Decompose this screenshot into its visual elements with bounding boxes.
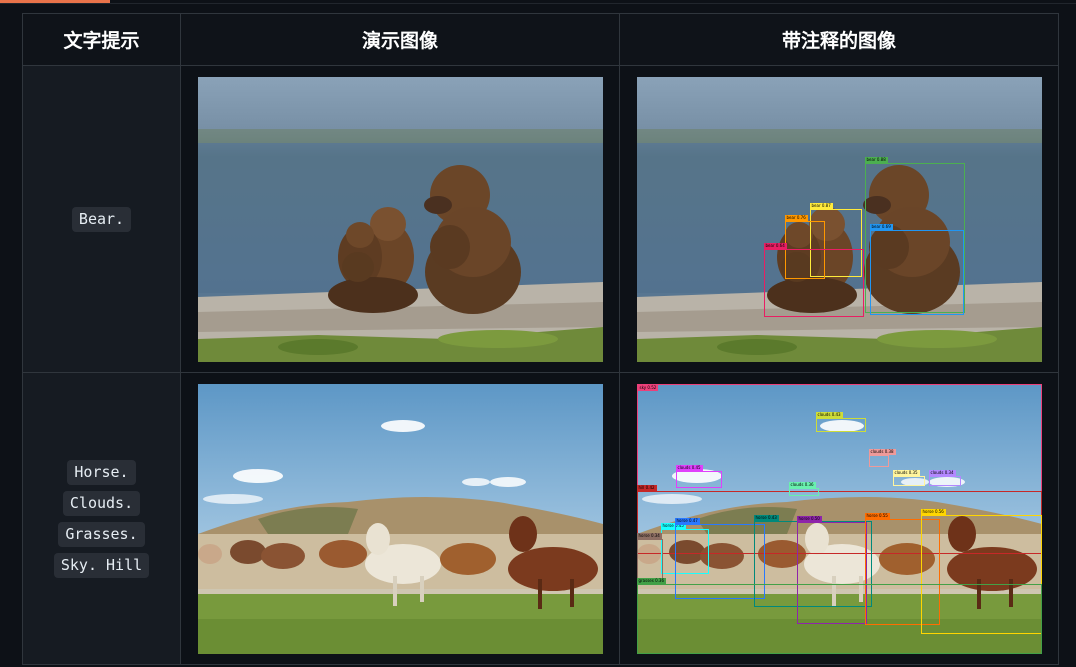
detection-label: clouds 0.38 [868, 448, 896, 455]
detection-label: bear 0.88 [864, 156, 888, 163]
detection-label: horse 0.43 [753, 514, 779, 521]
detection-label: horse 0.55 [864, 512, 890, 519]
horses-annotated-image: sky 0.52 hill 0.42 clouds 0.43 clouds 0.… [636, 383, 1042, 654]
bear-demo-image [197, 76, 603, 362]
demo-image-cell [180, 372, 620, 665]
detection-box: clouds 0.35 [892, 469, 925, 486]
detection-box: horse 0.34 [636, 532, 663, 579]
detection-label: bear 0.69 [869, 223, 893, 230]
header-demo-image: 演示图像 [180, 13, 620, 66]
detection-label: horse 0.47 [674, 517, 700, 524]
detection-box: clouds 0.36 [788, 481, 819, 496]
table-row: Horse. Clouds. Grasses. Sky. Hill sky 0.… [22, 372, 1059, 665]
detection-label: horse 0.56 [920, 508, 946, 515]
prompt-cell: Horse. Clouds. Grasses. Sky. Hill [22, 372, 181, 665]
detection-label: hill 0.42 [636, 484, 657, 491]
annotated-image-cell: sky 0.52 hill 0.42 clouds 0.43 clouds 0.… [619, 372, 1059, 665]
header-prompt: 文字提示 [22, 13, 181, 66]
detection-label: clouds 0.34 [928, 469, 956, 476]
detection-label: clouds 0.45 [675, 464, 703, 471]
detection-box: grasses 0.36 [636, 577, 1042, 654]
detection-label: bear 0.76 [784, 214, 808, 221]
detection-box: bear 0.69 [869, 223, 964, 315]
detection-label: horse 0.50 [796, 515, 822, 522]
top-divider [0, 3, 1076, 4]
prompt-chip: Bear. [71, 206, 132, 232]
annotated-image-cell: bear 0.88 bear 0.87 bear 0.76 bear 0.69 … [619, 65, 1059, 373]
prompt-chip: Clouds. [62, 490, 141, 516]
detection-label: bear 0.64 [763, 242, 787, 249]
header-annotated-image: 带注释的图像 [619, 13, 1059, 66]
prompt-chip: Grasses. [58, 521, 145, 547]
detection-label: horse 0.34 [636, 532, 662, 539]
horses-demo-image [197, 383, 603, 654]
table-header-row: 文字提示 演示图像 带注释的图像 [22, 13, 1059, 66]
prompt-cell: Bear. [22, 65, 181, 373]
prompt-chip: Horse. [67, 459, 136, 485]
table-row: Bear. bear 0.88 bear 0.87 bear 0.76 bear… [22, 65, 1059, 373]
detection-label: sky 0.52 [637, 384, 659, 391]
detection-label: clouds 0.43 [815, 411, 843, 418]
detection-label: bear 0.87 [809, 202, 833, 209]
demo-image-cell [180, 65, 620, 373]
bear-annotated-image: bear 0.88 bear 0.87 bear 0.76 bear 0.69 … [636, 76, 1042, 362]
detection-box: clouds 0.45 [675, 464, 722, 488]
detection-box: bear 0.64 [763, 242, 864, 317]
comparison-table: 文字提示 演示图像 带注释的图像 Bear. bear 0.88 bear 0.… [22, 13, 1059, 665]
detection-box: clouds 0.34 [928, 469, 961, 486]
detection-label: clouds 0.36 [788, 481, 816, 488]
detection-box: clouds 0.38 [868, 448, 896, 467]
prompt-chip: Sky. Hill [53, 552, 150, 578]
detection-label: clouds 0.35 [892, 469, 920, 476]
detection-box: clouds 0.43 [815, 411, 866, 432]
detection-label: grasses 0.36 [636, 577, 667, 584]
